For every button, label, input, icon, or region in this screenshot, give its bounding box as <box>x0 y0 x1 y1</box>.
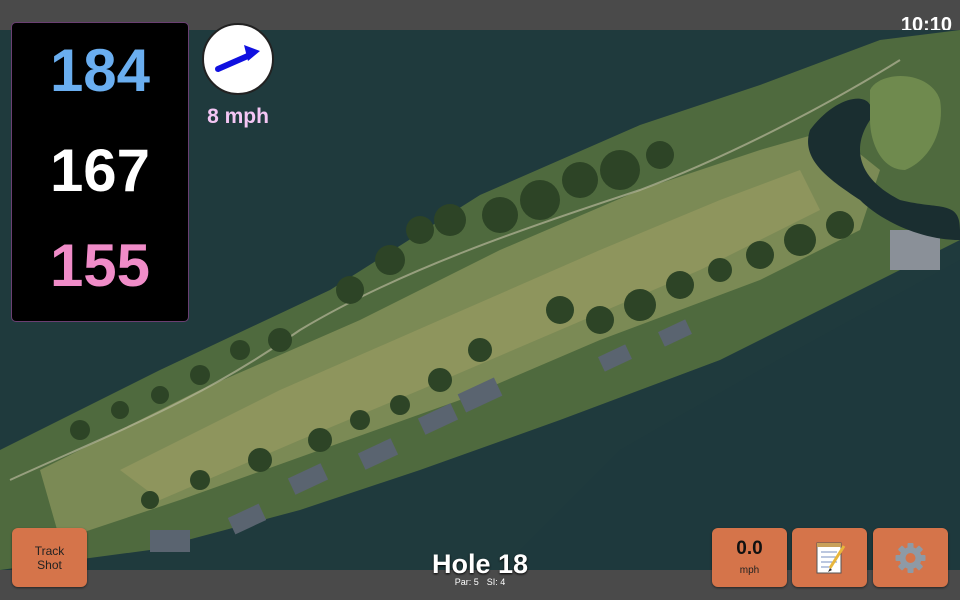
arrow-icon <box>215 45 260 72</box>
wind-speed: 8 mph <box>207 105 269 128</box>
front-yardage: 155 <box>49 232 151 299</box>
speed-value: 0.0 <box>736 538 763 559</box>
middle-yardage: 167 <box>49 137 151 204</box>
speed-unit: mph <box>739 565 760 576</box>
speed-button[interactable]: 0.0 mph <box>712 528 787 587</box>
track-shot-label: Track Shot <box>34 544 65 572</box>
back-yardage: 184 <box>49 37 151 104</box>
hole-si: SI: 4 <box>486 577 506 587</box>
hole-info: Par: 5 SI: 4 <box>380 577 580 587</box>
notes-button[interactable] <box>792 528 867 587</box>
gear-icon <box>895 543 926 573</box>
wind-indicator <box>202 23 274 95</box>
track-shot-button[interactable]: Track Shot <box>12 528 87 587</box>
yardage-panel: 184 167 155 <box>11 22 189 322</box>
settings-button[interactable] <box>873 528 948 587</box>
hole-par: Par: 5 <box>454 577 479 587</box>
notepad-icon <box>816 542 846 574</box>
hole-title: Hole 18 <box>431 549 529 579</box>
